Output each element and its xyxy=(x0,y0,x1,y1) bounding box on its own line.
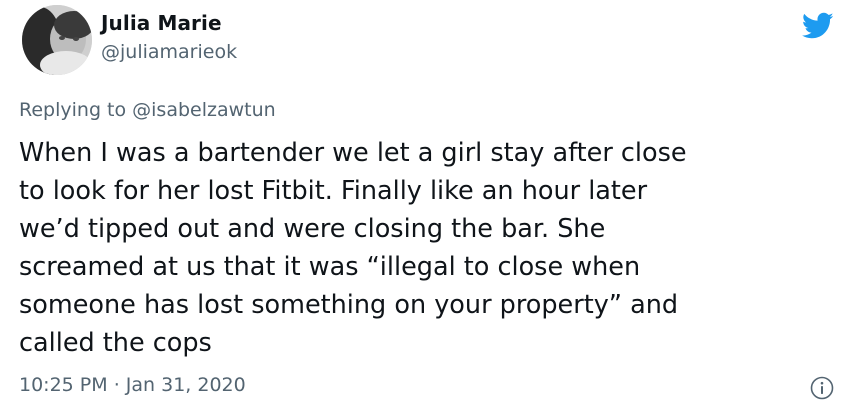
tweet-line: screamed at us that it was “illegal to c… xyxy=(19,252,641,282)
tweet-line: we’d tipped out and were closing the bar… xyxy=(19,214,606,244)
meta-separator: · xyxy=(107,374,126,396)
author-handle[interactable]: @juliamarieok xyxy=(101,41,237,63)
replying-to: Replying to @isabelzawtun xyxy=(19,99,276,121)
tweet-line: someone has lost something on your prope… xyxy=(19,290,679,320)
twitter-bird-icon[interactable] xyxy=(802,12,834,40)
author-name[interactable]: Julia Marie xyxy=(101,11,222,35)
tweet-line: to look for her lost Fitbit. Finally lik… xyxy=(19,176,648,206)
tweet-time: 10:25 PM xyxy=(19,374,108,396)
tweet-timestamp[interactable]: 10:25 PM · Jan 31, 2020 xyxy=(19,374,246,396)
replying-mention-link[interactable]: @isabelzawtun xyxy=(132,99,276,121)
avatar-photo xyxy=(22,5,92,75)
replying-prefix: Replying to xyxy=(19,99,133,121)
avatar[interactable] xyxy=(22,5,92,75)
tweet-line: called the cops xyxy=(19,328,212,358)
tweet-line: When I was a bartender we let a girl sta… xyxy=(19,138,687,168)
tweet-body: When I was a bartender we let a girl sta… xyxy=(19,134,819,362)
info-icon[interactable] xyxy=(810,376,834,400)
tweet-date: Jan 31, 2020 xyxy=(125,374,246,396)
